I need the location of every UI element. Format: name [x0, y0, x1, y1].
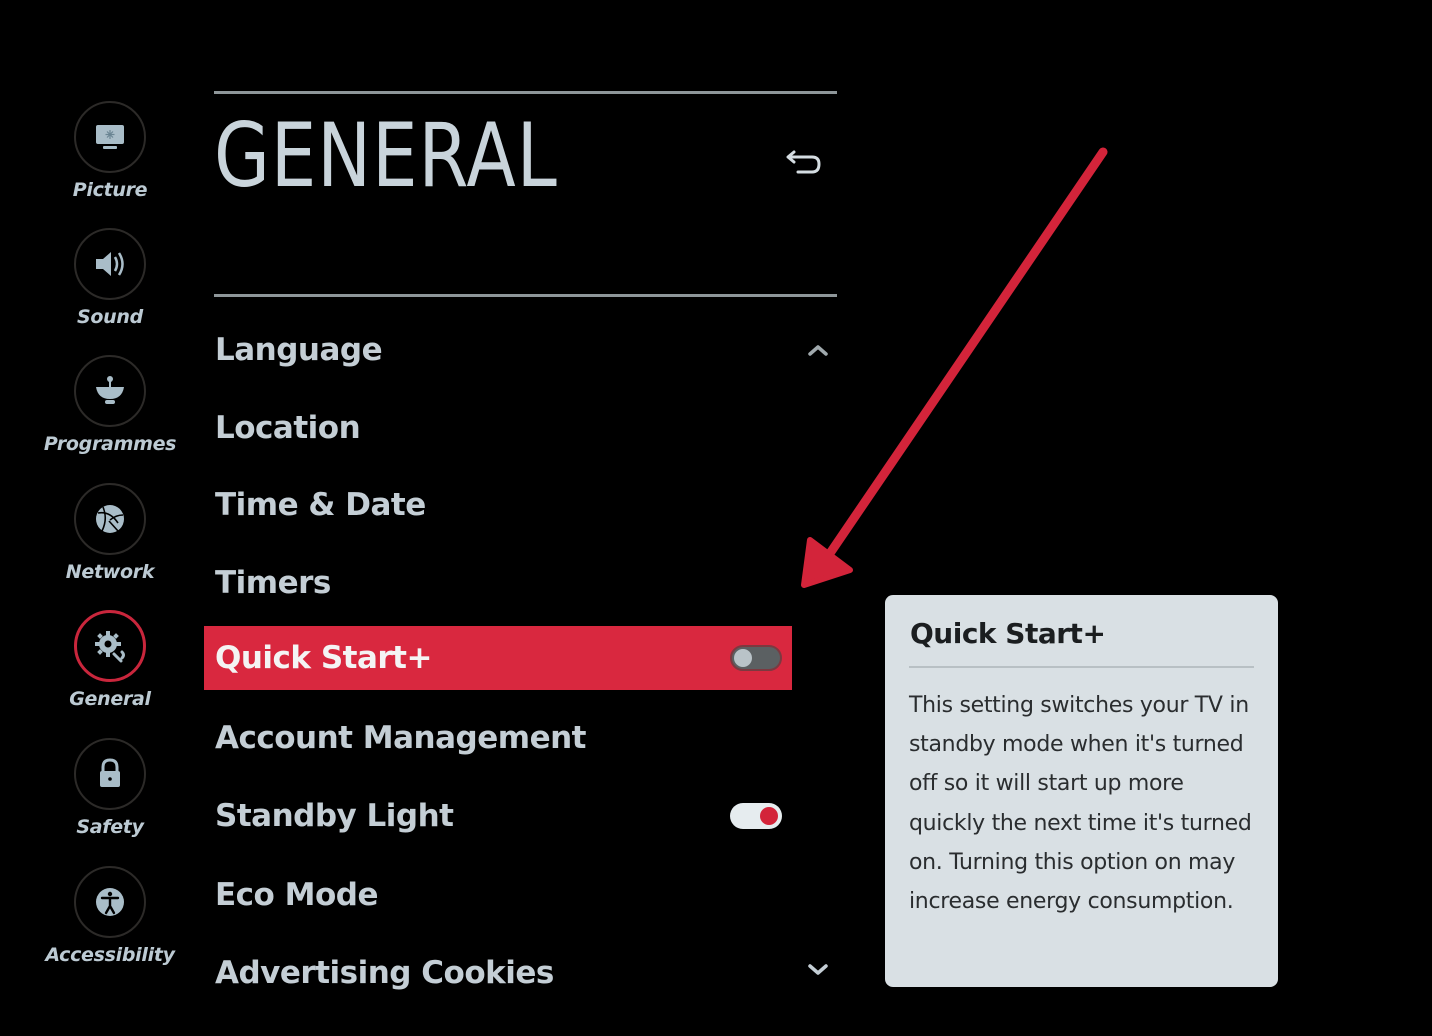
sidebar-item-network[interactable]: Network	[40, 483, 180, 583]
standby-light-toggle[interactable]	[730, 803, 782, 829]
menu-item-label: Eco Mode	[215, 877, 379, 913]
speaker-icon	[96, 252, 124, 276]
accessibility-icon	[96, 888, 124, 916]
sidebar-label: Programmes	[43, 433, 177, 455]
menu-item-location[interactable]: Location	[204, 396, 792, 460]
menu-item-label: Account Management	[215, 720, 586, 756]
satellite-dish-icon	[96, 376, 124, 404]
sidebar-label: Safety	[76, 816, 144, 838]
sidebar-icon-circle	[74, 738, 146, 810]
menu-item-label: Language	[215, 332, 383, 368]
sidebar-icon-circle	[74, 355, 146, 427]
sidebar-label: Picture	[72, 179, 148, 201]
lock-icon	[100, 758, 120, 787]
chevron-down-icon	[808, 964, 828, 975]
menu-item-account-management[interactable]: Account Management	[204, 706, 792, 770]
page-title: GENERAL	[214, 104, 558, 207]
sidebar-item-general[interactable]: General	[40, 610, 180, 710]
menu-item-advertising-cookies[interactable]: Advertising Cookies	[204, 941, 792, 1005]
info-panel-body: This setting switches your TV in standby…	[909, 693, 1252, 915]
sidebar-label: Accessibility	[45, 944, 175, 966]
monitor-icon	[96, 125, 124, 149]
scroll-down-button[interactable]	[804, 960, 832, 980]
sidebar-icon-circle	[74, 228, 146, 300]
menu-item-timers[interactable]: Timers	[204, 551, 792, 615]
sidebar-icon-circle	[74, 866, 146, 938]
menu-item-time-date[interactable]: Time & Date	[204, 473, 792, 537]
annotation-arrow-icon	[801, 147, 1108, 588]
quick-start-toggle[interactable]	[730, 645, 782, 671]
menu-item-quick-start-plus[interactable]: Quick Start+	[204, 626, 792, 690]
header-top-divider	[214, 91, 837, 94]
sidebar-label: Sound	[77, 306, 143, 328]
menu-item-label: Location	[215, 410, 361, 446]
menu-item-standby-light[interactable]: Standby Light	[204, 784, 792, 848]
sidebar-icon-circle-active	[74, 610, 146, 682]
sidebar-item-programmes[interactable]: Programmes	[40, 355, 180, 455]
menu-item-label: Standby Light	[215, 798, 454, 834]
toggle-knob	[734, 649, 752, 667]
menu-item-label: Advertising Cookies	[215, 955, 554, 991]
menu-item-language[interactable]: Language	[204, 318, 792, 382]
info-panel-divider	[909, 666, 1254, 668]
sidebar-item-picture[interactable]: Picture	[40, 101, 180, 201]
menu-item-label: Time & Date	[215, 487, 426, 523]
globe-icon	[96, 505, 124, 533]
info-panel: Quick Start+ This setting switches your …	[885, 595, 1278, 987]
sidebar-item-sound[interactable]: Sound	[40, 228, 180, 328]
sidebar-icon-circle	[74, 101, 146, 173]
sidebar-label: Network	[65, 561, 155, 583]
gear-wrench-icon	[95, 631, 125, 663]
info-panel-title: Quick Start+	[910, 617, 1106, 650]
sidebar-icon-circle	[74, 483, 146, 555]
sidebar-item-safety[interactable]: Safety	[40, 738, 180, 838]
toggle-knob	[760, 807, 778, 825]
menu-item-label: Quick Start+	[215, 640, 432, 676]
sidebar-item-accessibility[interactable]: Accessibility	[40, 866, 180, 966]
menu-item-eco-mode[interactable]: Eco Mode	[204, 863, 792, 927]
menu-item-label: Timers	[215, 565, 331, 601]
sidebar-label: General	[69, 688, 151, 710]
header-bottom-divider	[214, 294, 837, 297]
